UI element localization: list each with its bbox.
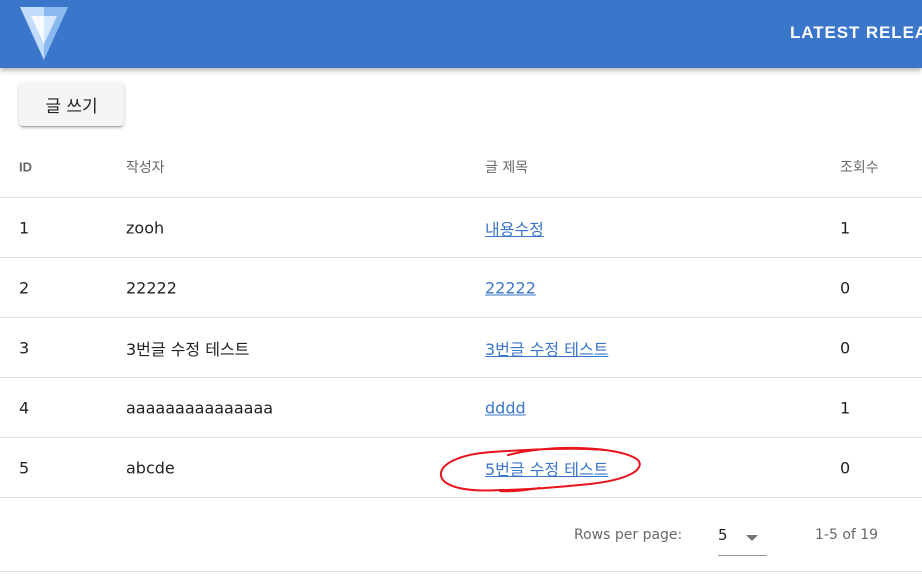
header-id[interactable]: ID <box>19 160 32 175</box>
table-row[interactable]: 1 zooh 내용수정 1 <box>0 198 922 258</box>
table-footer: Rows per page: 5 1-5 of 19 <box>0 500 922 572</box>
post-title-link[interactable]: dddd <box>485 398 526 417</box>
post-title-link[interactable]: 내용수정 <box>485 216 544 240</box>
header-author[interactable]: 작성자 <box>126 157 165 177</box>
table-row[interactable]: 3 3번글 수정 테스트 3번글 수정 테스트 0 <box>0 318 922 378</box>
header-views[interactable]: 조회수 <box>840 157 879 177</box>
table-row[interactable]: 5 abcde 5번글 수정 테스트 0 <box>0 438 922 498</box>
cell-views: 0 <box>840 338 851 357</box>
cell-id: 4 <box>19 398 30 417</box>
table-header: ID 작성자 글 제목 조회수 <box>0 137 922 198</box>
cell-id: 1 <box>19 218 30 237</box>
latest-release-link[interactable]: LATEST RELEA <box>790 23 922 43</box>
rows-per-page-value: 5 <box>718 526 728 544</box>
cell-views: 0 <box>840 458 851 477</box>
post-title-link[interactable]: 22222 <box>485 278 536 297</box>
cell-id: 5 <box>19 458 30 477</box>
pagination-info: 1-5 of 19 <box>815 527 879 543</box>
table-row[interactable]: 2 22222 22222 0 <box>0 258 922 318</box>
cell-views: 1 <box>840 398 851 417</box>
app-bar: LATEST RELEA <box>0 0 922 68</box>
cell-author: abcde <box>126 458 175 477</box>
write-post-button[interactable]: 글 쓰기 <box>19 82 124 126</box>
cell-author: 22222 <box>126 278 177 297</box>
dropdown-arrow-icon[interactable] <box>746 534 758 542</box>
vuetify-logo-icon[interactable] <box>18 4 70 62</box>
cell-views: 1 <box>840 218 851 237</box>
header-title[interactable]: 글 제목 <box>485 157 528 177</box>
post-title-link[interactable]: 3번글 수정 테스트 <box>485 336 608 360</box>
cell-author: aaaaaaaaaaaaaaa <box>126 398 274 417</box>
posts-table: ID 작성자 글 제목 조회수 1 zooh 내용수정 1 2 22222 22… <box>0 137 922 498</box>
rows-per-page-label: Rows per page: <box>574 527 683 543</box>
cell-author: zooh <box>126 218 165 237</box>
cell-id: 3 <box>19 338 30 357</box>
post-title-link[interactable]: 5번글 수정 테스트 <box>485 456 608 480</box>
table-row[interactable]: 4 aaaaaaaaaaaaaaa dddd 1 <box>0 378 922 438</box>
cell-author: 3번글 수정 테스트 <box>126 339 250 359</box>
rows-per-page-select[interactable]: 5 <box>718 522 767 556</box>
cell-views: 0 <box>840 278 851 297</box>
cell-id: 2 <box>19 278 30 297</box>
